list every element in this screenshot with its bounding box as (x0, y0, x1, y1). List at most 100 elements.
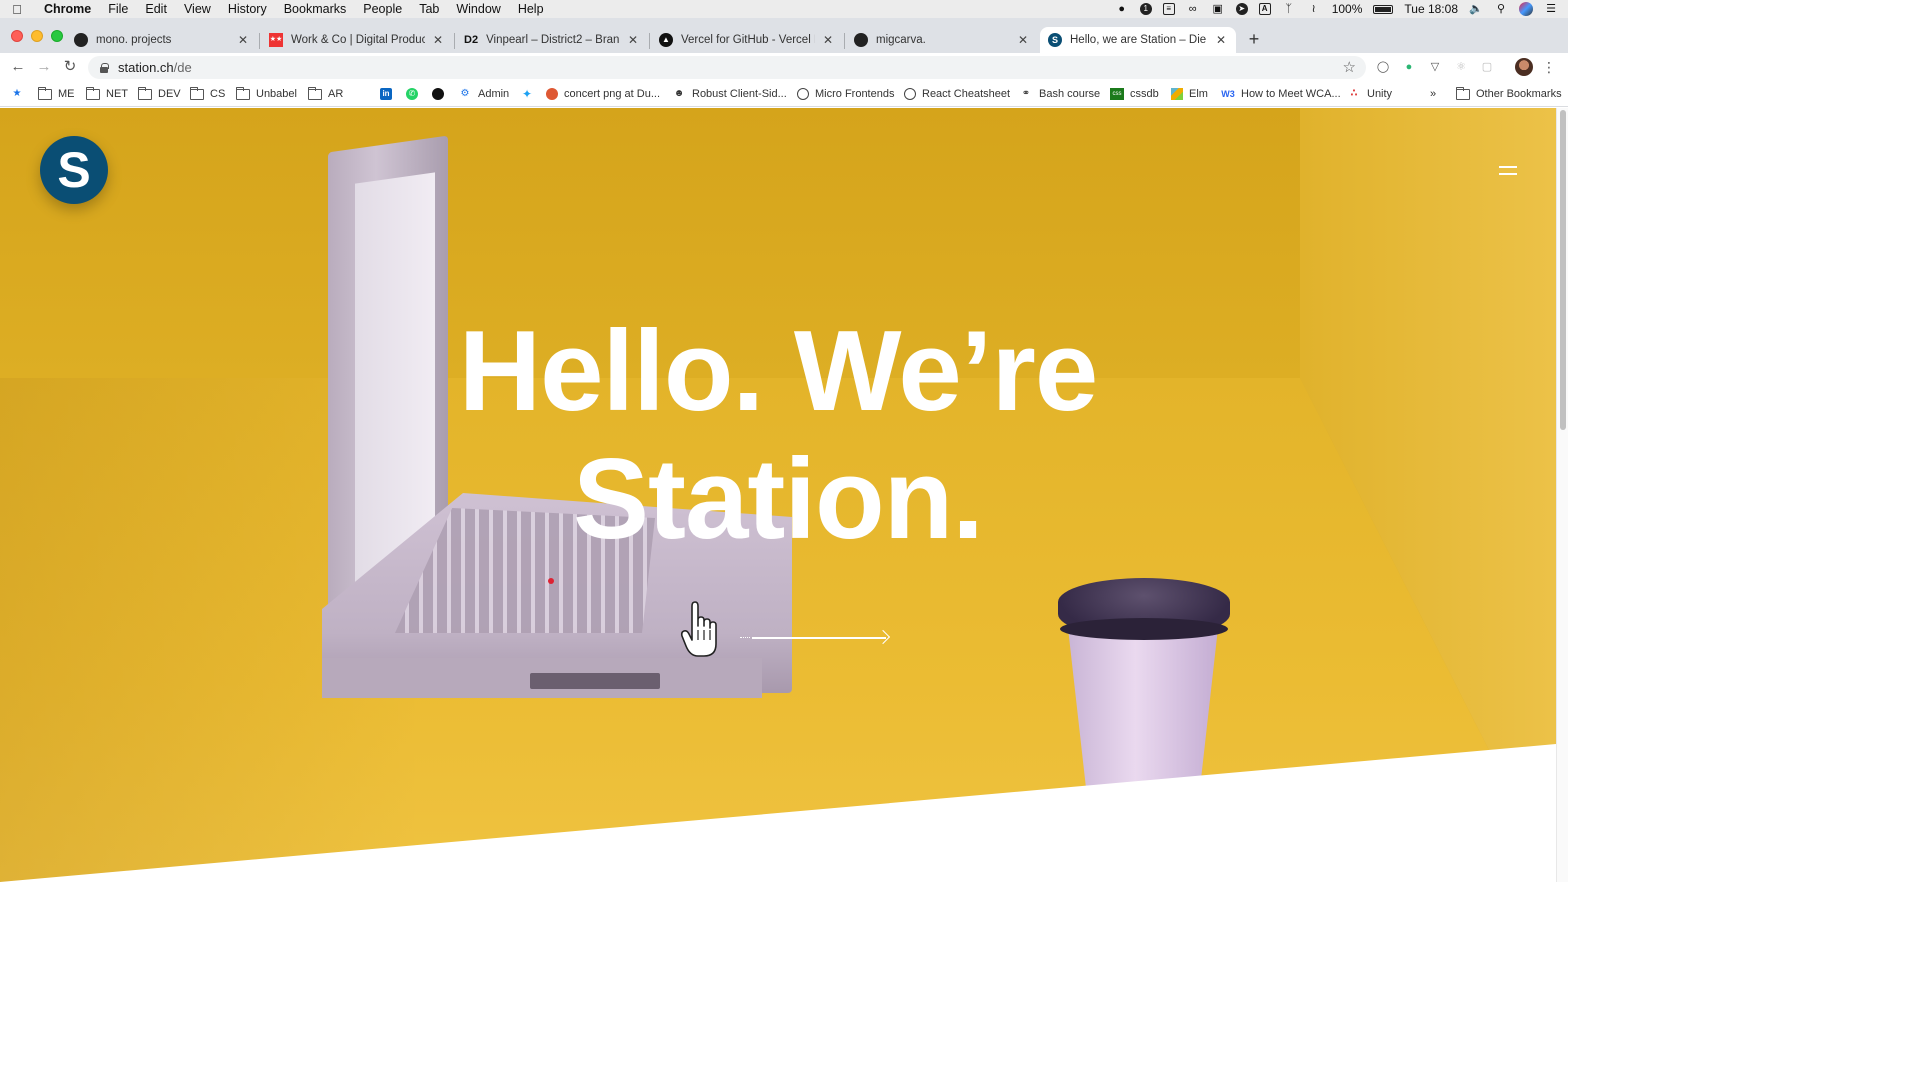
hero-headline: Hello. We’re Station. (0, 308, 1556, 564)
menu-file[interactable]: File (108, 2, 128, 16)
glasses-icon[interactable]: ∞ (1186, 3, 1200, 15)
clock[interactable]: Tue 18:08 (1404, 2, 1458, 16)
bookmark-duckduckgo[interactable]: concert png at Du... (546, 86, 660, 102)
bookmark-admin[interactable]: ⚙ Admin (458, 86, 510, 102)
volume-icon[interactable]: 🔈 (1469, 3, 1483, 15)
bookmark-twitter[interactable]: ✦ (520, 86, 540, 102)
menu-people[interactable]: People (363, 2, 402, 16)
forward-button[interactable]: → (34, 57, 54, 77)
profile-avatar[interactable] (1515, 58, 1533, 76)
minimize-window-button[interactable] (31, 30, 43, 42)
docker-icon[interactable]: ▣ (1211, 3, 1225, 15)
lock-icon[interactable] (100, 62, 109, 73)
close-window-button[interactable] (11, 30, 23, 42)
apple-icon[interactable]:  (10, 2, 24, 17)
hamburger-menu-icon[interactable] (1499, 164, 1517, 178)
page-scrollbar[interactable] (1556, 108, 1568, 882)
d2-favicon: D2 (464, 34, 479, 46)
bookmarks-overflow-button[interactable]: » (1430, 86, 1436, 102)
close-tab-icon[interactable]: ✕ (236, 33, 250, 47)
menu-app-name[interactable]: Chrome (44, 2, 91, 16)
tab-work-co[interactable]: ★★ Work & Co | Digital Product Ag ✕ (261, 27, 453, 53)
scrollbar-thumb[interactable] (1560, 110, 1566, 430)
vue-devtools-icon[interactable]: ▽ (1427, 59, 1443, 75)
menu-tab[interactable]: Tab (419, 2, 439, 16)
input-source-icon[interactable]: A (1258, 3, 1271, 15)
bookmark-other-bookmarks[interactable]: Other Bookmarks (1456, 86, 1562, 102)
bookmark-unity[interactable]: ∴ Unity (1347, 86, 1393, 102)
bookmark-linkedin[interactable]: in (380, 86, 398, 102)
bookmark-react-cheatsheet[interactable]: React Cheatsheet (904, 86, 1010, 102)
status-tray: ● 1 ≡ ∞ ▣ ➤ A ᛉ ≀ 100% Tue 18:08 🔈 ⚲ ☰ (1115, 0, 1558, 18)
close-tab-icon[interactable]: ✕ (626, 33, 640, 47)
folder-icon (308, 86, 322, 100)
folder-icon (86, 86, 100, 100)
scroll-arrow-icon[interactable] (740, 629, 891, 646)
menu-view[interactable]: View (184, 2, 211, 16)
tab-migcarva[interactable]: migcarva. ✕ (846, 27, 1038, 53)
close-tab-icon[interactable]: ✕ (1016, 33, 1030, 47)
menu-edit[interactable]: Edit (145, 2, 167, 16)
spotlight-search-icon[interactable]: ⚲ (1494, 3, 1508, 15)
battery-icon[interactable] (1373, 4, 1394, 14)
bookmark-folder-cs[interactable]: CS (190, 86, 225, 102)
globe-icon (797, 88, 809, 100)
bookmark-label: Bash course (1039, 88, 1101, 100)
station-logo[interactable]: S (40, 136, 108, 204)
grammarly-icon[interactable]: ● (1401, 59, 1417, 75)
evernote-icon[interactable]: ● (1115, 3, 1129, 15)
bookmark-elm[interactable]: Elm (1171, 86, 1208, 102)
bookmark-cssdb[interactable]: css cssdb (1110, 86, 1159, 102)
bookmark-star-icon[interactable]: ☆ (1343, 58, 1356, 76)
address-bar[interactable]: station.ch/de ☆ (88, 56, 1366, 79)
bookmark-label: Unbabel (256, 88, 297, 100)
close-tab-icon[interactable]: ✕ (821, 33, 835, 47)
bookmark-bash-course[interactable]: ⚭ Bash course (1019, 86, 1100, 102)
bookmark-folder-dev[interactable]: DEV (138, 86, 181, 102)
bookmark-wcag[interactable]: W3 How to Meet WCA... (1221, 86, 1340, 102)
reload-button[interactable]: ↻ (60, 57, 80, 77)
extension-icon[interactable]: ▢ (1479, 59, 1495, 75)
chrome-menu-icon[interactable]: ⋮ (1541, 59, 1557, 75)
bookmark-label: Robust Client-Sid... (692, 88, 787, 100)
bookmark-folder-net[interactable]: NET (86, 86, 128, 102)
menu-bookmarks[interactable]: Bookmarks (284, 2, 347, 16)
admin-icon: ⚙ (460, 88, 470, 99)
close-tab-icon[interactable]: ✕ (431, 33, 445, 47)
back-button[interactable]: ← (8, 57, 28, 77)
bookmark-micro-frontends[interactable]: Micro Frontends (797, 86, 894, 102)
bookmark-folder-unbabel[interactable]: Unbabel (236, 86, 297, 102)
arrow-tail (740, 637, 750, 638)
wifi-icon[interactable]: ≀ (1307, 3, 1321, 15)
tab-vinpearl[interactable]: D2 Vinpearl – District2 – Brand & D ✕ (456, 27, 648, 53)
siri-icon[interactable] (1519, 2, 1533, 16)
bookmark-robust-client[interactable]: ☻ Robust Client-Sid... (672, 86, 787, 102)
bookmark-star-icon[interactable]: ★ (10, 86, 30, 102)
react-devtools-icon[interactable]: ⚛ (1453, 59, 1469, 75)
menu-window[interactable]: Window (456, 2, 500, 16)
notes-icon[interactable]: ≡ (1162, 3, 1175, 15)
bluetooth-icon[interactable]: ᛉ (1282, 3, 1296, 15)
bookmark-folder-ar[interactable]: AR (308, 86, 343, 102)
menu-history[interactable]: History (228, 2, 267, 16)
new-tab-button[interactable]: + (1246, 27, 1262, 51)
tab-mono-projects[interactable]: mono. projects ✕ (66, 27, 258, 53)
zoom-window-button[interactable] (51, 30, 63, 42)
tab-vercel[interactable]: ▲ Vercel for GitHub - Vercel Docu ✕ (651, 27, 843, 53)
folder-icon (38, 86, 52, 100)
tab-strip: mono. projects ✕ ★★ Work & Co | Digital … (0, 18, 1568, 53)
close-tab-icon[interactable]: ✕ (1214, 33, 1228, 47)
folder-icon (1456, 86, 1470, 100)
bookmark-folder-me[interactable]: ME (38, 86, 75, 102)
globe-icon (904, 88, 916, 100)
pocket-icon[interactable]: ◯ (1375, 59, 1391, 75)
tab-station-active[interactable]: S Hello, we are Station – Die Age ✕ (1040, 27, 1236, 53)
bookmark-label: Other Bookmarks (1476, 88, 1562, 100)
macos-menu-bar:  Chrome File Edit View History Bookmark… (0, 0, 1568, 18)
bookmark-whatsapp[interactable]: ✆ (406, 86, 424, 102)
notification-center-icon[interactable]: ☰ (1544, 3, 1558, 15)
menu-help[interactable]: Help (518, 2, 544, 16)
bookmark-dark-site[interactable] (432, 86, 450, 102)
telegram-icon[interactable]: ➤ (1235, 3, 1248, 15)
onepassword-icon[interactable]: 1 (1139, 3, 1152, 15)
